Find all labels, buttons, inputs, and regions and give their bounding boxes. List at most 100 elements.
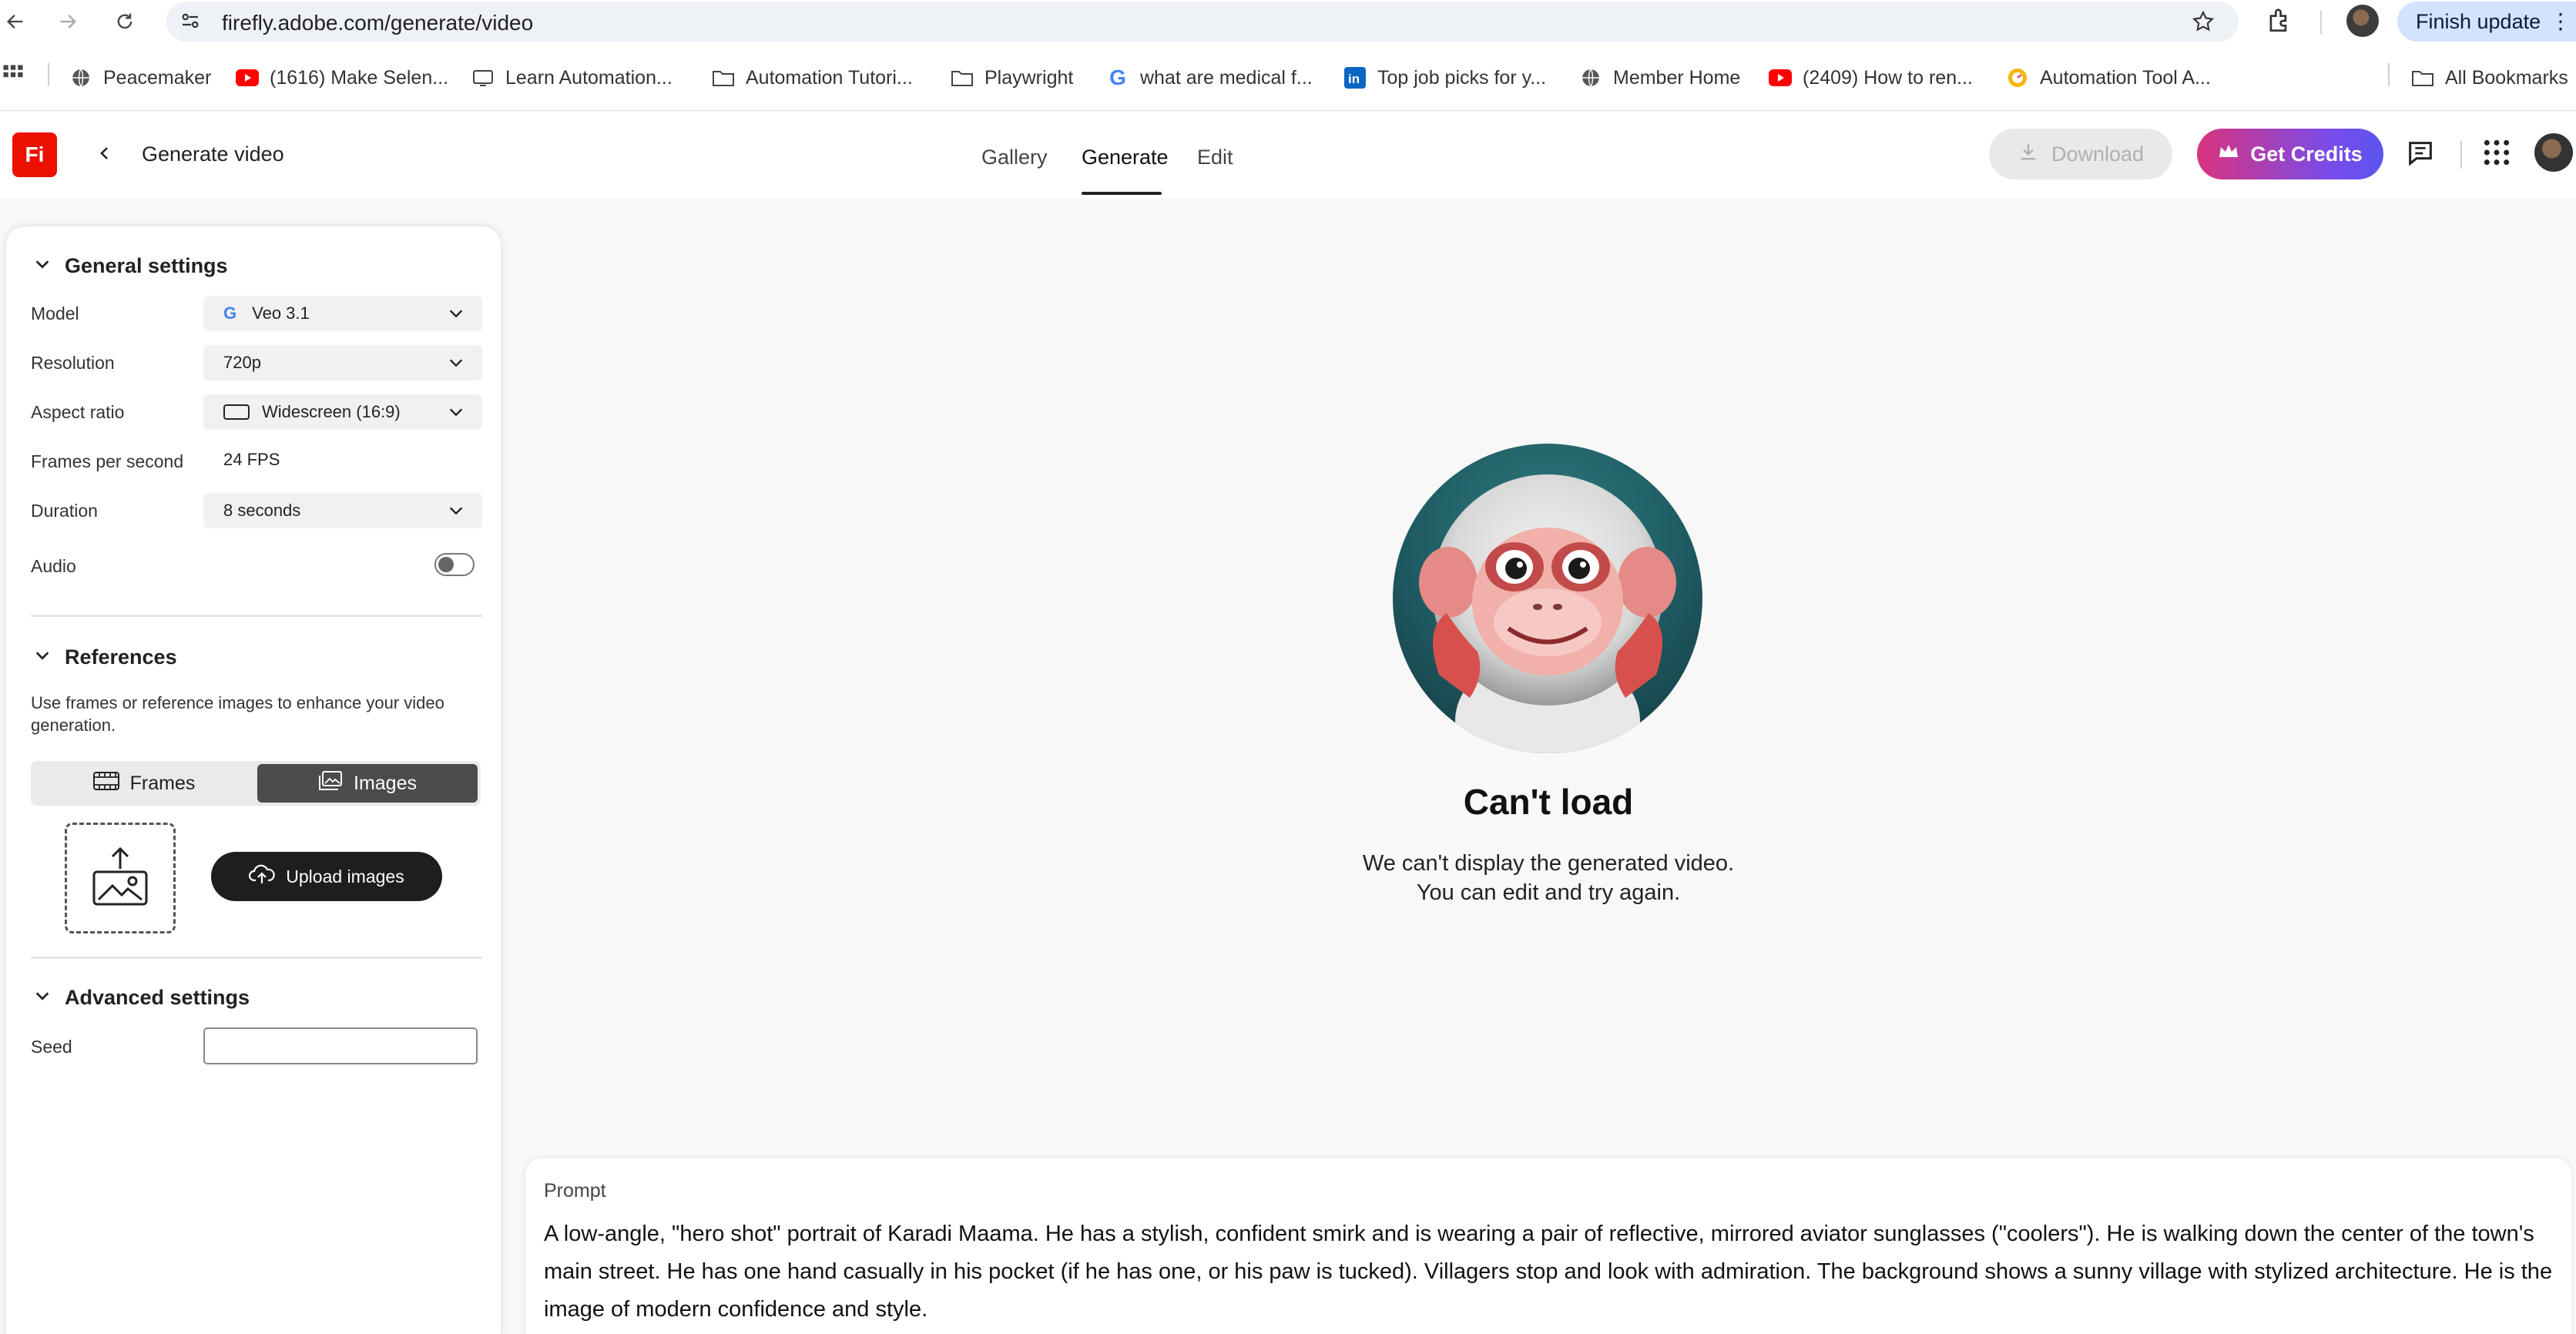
more-menu-icon: ⋮ [2550, 9, 2571, 33]
reload-icon[interactable] [109, 6, 140, 37]
section-title: Advanced settings [65, 986, 250, 1009]
references-description: Use frames or reference images to enhanc… [31, 693, 444, 735]
error-message: We can't display the generated video. Yo… [1233, 849, 1864, 907]
model-picker[interactable]: G Veo 3.1 [203, 296, 482, 331]
upload-images-button[interactable]: Upload images [211, 852, 442, 901]
all-bookmarks[interactable]: All Bookmarks [2411, 66, 2568, 89]
browser-toolbar: firefly.adobe.com/generate/video Finish … [0, 0, 2576, 43]
download-icon [2018, 141, 2039, 168]
folder-icon [951, 66, 974, 89]
seed-label: Seed [31, 1037, 72, 1057]
duration-label: Duration [31, 501, 98, 521]
bookmark-item[interactable]: in Top job picks for y... [1343, 66, 1546, 89]
section-divider [31, 615, 482, 617]
finish-update-button[interactable]: Finish update ⋮ [2397, 2, 2576, 42]
tab-edit[interactable]: Edit [1197, 146, 1233, 169]
bookmarks-divider [2388, 63, 2390, 86]
get-credits-button[interactable]: Get Credits [2197, 129, 2383, 179]
chevron-down-icon [447, 305, 465, 327]
images-icon [318, 770, 343, 797]
fps-label: Frames per second [31, 451, 184, 471]
tab-gallery[interactable]: Gallery [981, 146, 1048, 169]
bookmark-item[interactable]: G what are medical f... [1106, 65, 1313, 89]
download-label: Download [2051, 142, 2145, 166]
error-line: We can't display the generated video. [1362, 851, 1735, 876]
back-arrow-icon[interactable] [0, 6, 31, 37]
bookmark-label: Peacemaker [103, 66, 212, 89]
bookmark-label: what are medical f... [1140, 66, 1313, 89]
folder-icon [2411, 66, 2434, 89]
prompt-label: Prompt [544, 1180, 606, 1202]
duration-picker[interactable]: 8 seconds [203, 493, 482, 528]
user-avatar[interactable] [2534, 133, 2573, 172]
bookmark-item[interactable]: (1616) Make Selen... [236, 66, 448, 89]
duration-value: 8 seconds [223, 501, 301, 520]
google-icon: G [1109, 65, 1126, 89]
bookmark-item[interactable]: Peacemaker [69, 66, 211, 89]
extensions-icon[interactable] [2265, 6, 2294, 39]
frames-tab-label: Frames [129, 772, 196, 794]
advanced-settings-header[interactable]: Advanced settings [34, 986, 250, 1010]
resolution-label: Resolution [31, 353, 115, 373]
bookmark-item[interactable]: Member Home [1579, 66, 1740, 89]
bookmark-label: Top job picks for y... [1377, 66, 1547, 89]
bookmark-item[interactable]: Learn Automation... [471, 66, 673, 89]
bookmark-item[interactable]: (2409) How to ren... [1769, 66, 1973, 89]
image-drop-zone[interactable] [65, 823, 176, 933]
resolution-value: 720p [223, 353, 261, 372]
cloud-upload-icon [249, 863, 276, 890]
monkey-image [1419, 474, 1676, 753]
audio-toggle[interactable] [434, 553, 475, 576]
site-settings-icon[interactable] [179, 9, 202, 36]
aspect-ratio-picker[interactable]: Widescreen (16:9) [203, 394, 482, 430]
resolution-picker[interactable]: 720p [203, 345, 482, 380]
aspect-ratio-value: Widescreen (16:9) [262, 402, 401, 421]
upload-images-label: Upload images [286, 866, 404, 887]
chevron-down-icon [447, 354, 465, 376]
upload-image-icon [91, 846, 149, 911]
bookmark-item[interactable]: Automation Tool A... [2006, 66, 2211, 89]
linkedin-icon: in [1343, 66, 1367, 89]
download-button[interactable]: Download [1989, 129, 2172, 179]
app-switcher-icon[interactable] [2482, 138, 2511, 171]
fps-value: 24 FPS [223, 450, 280, 469]
bookmark-label: Automation Tutori... [746, 66, 913, 89]
apps-grid-icon[interactable] [2, 63, 25, 86]
url-text[interactable]: firefly.adobe.com/generate/video [222, 11, 533, 35]
section-title: References [65, 645, 177, 669]
forward-arrow-icon[interactable] [52, 6, 83, 37]
chevron-down-icon [34, 254, 51, 278]
get-credits-label: Get Credits [2250, 142, 2363, 166]
references-header[interactable]: References [34, 645, 177, 669]
prompt-box[interactable]: Prompt A low-angle, "hero shot" portrait… [525, 1158, 2571, 1334]
globe-icon [1579, 66, 1602, 89]
settings-panel: General settings Model G Veo 3.1 Resolut… [6, 226, 501, 1334]
bookmark-star-icon[interactable] [2191, 9, 2215, 38]
folder-icon [712, 66, 735, 89]
bookmarks-divider [48, 63, 49, 86]
feedback-icon[interactable] [2405, 138, 2436, 173]
model-label: Model [31, 303, 79, 323]
model-value: Veo 3.1 [252, 303, 310, 323]
firefly-logo[interactable]: Fi [12, 132, 57, 177]
bookmark-item[interactable]: Playwright [951, 66, 1073, 89]
images-tab[interactable]: Images [257, 764, 478, 803]
chevron-down-icon [34, 986, 51, 1010]
back-chevron-icon[interactable] [89, 138, 120, 169]
bookmarks-bar: Peacemaker (1616) Make Selen... Learn Au… [0, 43, 2576, 111]
images-tab-label: Images [354, 772, 417, 794]
profile-avatar[interactable] [2346, 5, 2379, 37]
seed-input[interactable] [203, 1027, 478, 1064]
address-bar[interactable]: firefly.adobe.com/generate/video [166, 2, 2239, 42]
youtube-icon [1769, 66, 1792, 89]
general-settings-header[interactable]: General settings [34, 254, 228, 278]
error-title: Can't load [1463, 782, 1634, 822]
bookmark-label: (2409) How to ren... [1803, 66, 1973, 89]
app-header: Fi Generate video Gallery Generate Edit … [0, 112, 2576, 198]
aspect-ratio-label: Aspect ratio [31, 402, 125, 422]
tab-generate[interactable]: Generate [1082, 146, 1169, 169]
finish-update-label: Finish update [2416, 10, 2541, 33]
frames-tab[interactable]: Frames [34, 764, 254, 803]
bookmark-item[interactable]: Automation Tutori... [712, 66, 913, 89]
prompt-text[interactable]: A low-angle, "hero shot" portrait of Kar… [544, 1215, 2554, 1329]
